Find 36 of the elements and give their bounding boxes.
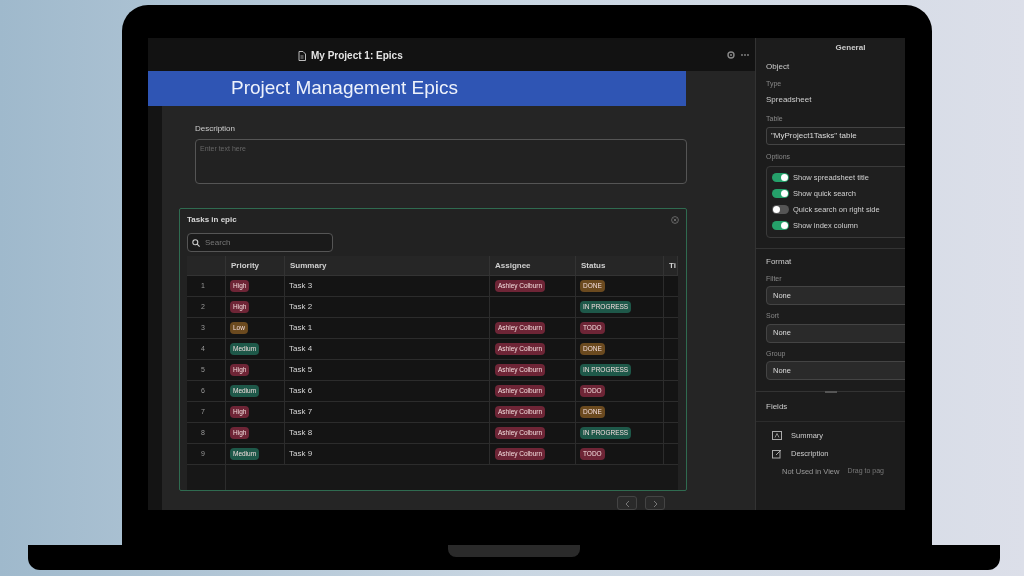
section-heading: Fields <box>765 401 789 413</box>
document-title: My Project 1: Epics <box>311 49 403 63</box>
resize-handle[interactable] <box>824 391 837 393</box>
settings-icon <box>727 51 735 59</box>
field-value: Spreadsheet <box>766 93 813 106</box>
field-label: Description <box>195 123 236 135</box>
column-header: Assignee <box>495 259 531 272</box>
edit-icon <box>772 448 782 459</box>
text-field-icon <box>772 430 782 441</box>
table-cell: Task 1 <box>289 322 313 334</box>
table-field[interactable]: "MyProject1Tasks" table <box>766 127 905 145</box>
column-header: Priority <box>231 259 259 272</box>
table-cell: Task 8 <box>289 427 313 439</box>
table-cell: Task 6 <box>289 385 313 397</box>
document-icon <box>298 50 306 61</box>
toggle-switch[interactable] <box>772 172 789 182</box>
table-cell: Task 9 <box>289 448 313 460</box>
search-field[interactable]: Search <box>187 233 333 252</box>
panel-header: General <box>835 42 866 54</box>
table-cell: Task 7 <box>289 406 313 418</box>
table-cell: Task 4 <box>289 343 313 355</box>
toggle-switch[interactable] <box>772 188 789 198</box>
column-header: Status <box>581 259 606 272</box>
toggle-switch[interactable] <box>772 221 789 231</box>
search-icon <box>192 238 200 247</box>
table-cell: Task 2 <box>289 301 313 313</box>
page-title: Project Management Epics <box>231 76 459 101</box>
more-icon <box>741 51 749 59</box>
section-heading: Format <box>766 255 793 268</box>
column-header: Ti <box>669 259 676 272</box>
section-heading: Object <box>766 61 791 73</box>
toggle-switch[interactable] <box>772 205 789 215</box>
table-cell: Task 3 <box>289 280 313 292</box>
table-cell: Task 5 <box>289 364 313 376</box>
card-title: Tasks in epic <box>187 214 237 226</box>
column-header: Summary <box>290 259 327 272</box>
